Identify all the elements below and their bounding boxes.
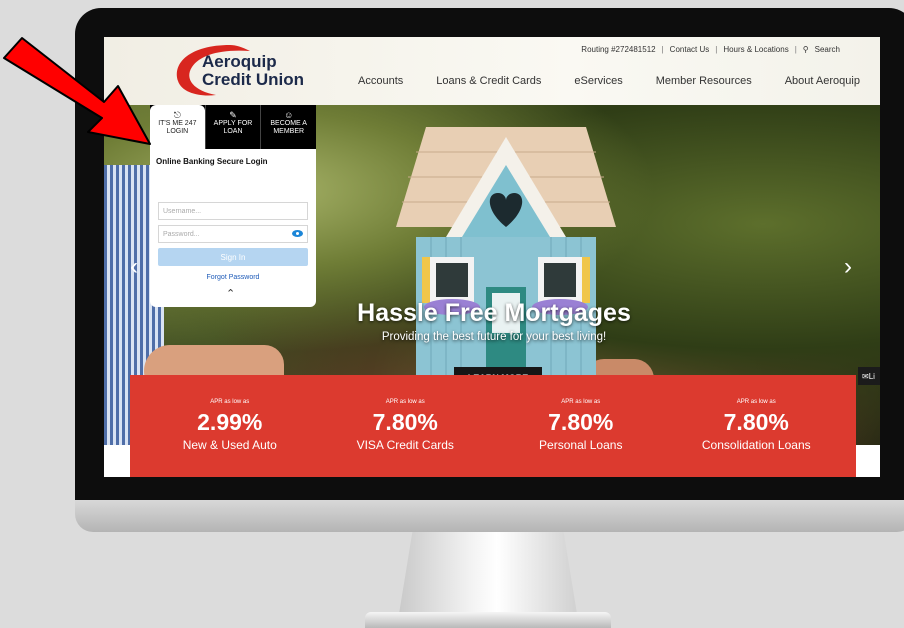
chat-label: Li <box>868 371 875 381</box>
logo-line-1: Aeroquip <box>202 52 277 71</box>
monitor-foot <box>365 612 611 628</box>
rate-product: New & Used Auto <box>182 438 277 452</box>
search-link[interactable]: Search <box>815 45 840 54</box>
tab-label-line2: LOAN <box>223 128 243 135</box>
rate-apr-label: APR as low as <box>736 399 776 405</box>
monitor-stand <box>398 532 578 620</box>
rate-apr-label: APR as low as <box>210 399 250 405</box>
rate-card[interactable]: APR as low as 7.80% Personal Loans <box>493 375 669 477</box>
rate-product: Personal Loans <box>539 438 623 452</box>
divider: | <box>715 45 718 54</box>
nav-eservices[interactable]: eServices <box>574 75 622 87</box>
login-tabs: ⎋ IT'S ME 247 LOGIN ✎ APPLY FOR LOAN ☺ B… <box>150 105 316 149</box>
rate-value: 7.80% <box>372 409 438 435</box>
nav-loans-credit-cards[interactable]: Loans & Credit Cards <box>436 75 541 87</box>
site-header: Aeroquip Credit Union Routing #272481512… <box>104 37 880 105</box>
rate-value: 7.80% <box>723 409 789 435</box>
rate-product: Consolidation Loans <box>701 438 811 452</box>
logo-text: Aeroquip Credit Union <box>202 53 304 89</box>
rate-apr-label: APR as low as <box>385 399 425 405</box>
tab-label-line2: MEMBER <box>273 128 305 135</box>
tab-apply-for-loan[interactable]: ✎ APPLY FOR LOAN <box>204 105 261 149</box>
hours-locations-link[interactable]: Hours & Locations <box>723 45 788 54</box>
tab-label-line1: BECOME A <box>270 120 307 127</box>
tab-become-a-member[interactable]: ☺ BECOME A MEMBER <box>260 105 316 149</box>
rate-card[interactable]: APR as low as 7.80% Consolidation Loans <box>669 375 845 477</box>
routing-number: Routing #272481512 <box>581 45 656 54</box>
nav-accounts[interactable]: Accounts <box>358 75 403 87</box>
rate-apr-label: APR as low as <box>561 399 601 405</box>
nav-member-resources[interactable]: Member Resources <box>656 75 752 87</box>
rate-value: 7.80% <box>548 409 614 435</box>
divider: | <box>794 45 797 54</box>
forgot-password-link[interactable]: Forgot Password <box>150 274 316 281</box>
username-placeholder: Username... <box>163 208 202 215</box>
username-field[interactable]: Username... <box>158 202 308 220</box>
sign-in-button[interactable]: Sign In <box>158 248 308 266</box>
login-panel: Online Banking Secure Login Username... … <box>150 149 316 307</box>
monitor-chin <box>75 500 904 532</box>
tab-label-line1: IT'S ME 247 <box>158 120 197 127</box>
chevron-up-icon[interactable]: ⌃ <box>226 287 235 300</box>
user-icon: ☺ <box>284 110 294 120</box>
password-field[interactable]: Password... <box>158 225 308 243</box>
rate-card[interactable]: APR as low as 7.80% VISA Credit Cards <box>318 375 494 477</box>
annotation-arrow-icon <box>3 37 151 145</box>
rate-card[interactable]: APR as low as 2.99% New & Used Auto <box>142 375 318 477</box>
tab-label-line1: APPLY FOR <box>213 120 253 127</box>
carousel-next-icon[interactable]: › <box>844 253 852 281</box>
rates-bar: APR as low as 2.99% New & Used Auto APR … <box>130 375 856 477</box>
rate-value: 2.99% <box>197 409 263 435</box>
hero-subtitle: Providing the best future for your best … <box>381 331 607 343</box>
live-chat-tab[interactable]: ✉ Li <box>858 367 880 385</box>
logo[interactable]: Aeroquip Credit Union <box>170 41 310 99</box>
tab-label-line2: LOGIN <box>166 128 189 135</box>
show-password-icon[interactable] <box>292 230 303 237</box>
main-nav: Accounts Loans & Credit Cards eServices … <box>358 75 860 87</box>
nav-about-aeroquip[interactable]: About Aeroquip <box>785 75 860 87</box>
divider: | <box>661 45 664 54</box>
utility-nav: Routing #272481512 | Contact Us | Hours … <box>581 45 840 54</box>
search-icon[interactable]: ⚲ <box>803 45 809 54</box>
birdhouse-image <box>396 127 616 389</box>
rate-product: VISA Credit Cards <box>356 438 454 452</box>
login-title: Online Banking Secure Login <box>156 157 268 166</box>
carousel-prev-icon[interactable]: ‹ <box>130 253 138 281</box>
edit-icon: ✎ <box>229 110 237 120</box>
chat-icon: ✉ <box>862 371 869 381</box>
contact-us-link[interactable]: Contact Us <box>670 45 710 54</box>
password-placeholder: Password... <box>163 231 200 238</box>
hero-title: Hassle Free Mortgages <box>357 299 631 327</box>
website-screen: Aeroquip Credit Union Routing #272481512… <box>104 37 880 477</box>
logo-line-2: Credit Union <box>202 70 304 89</box>
